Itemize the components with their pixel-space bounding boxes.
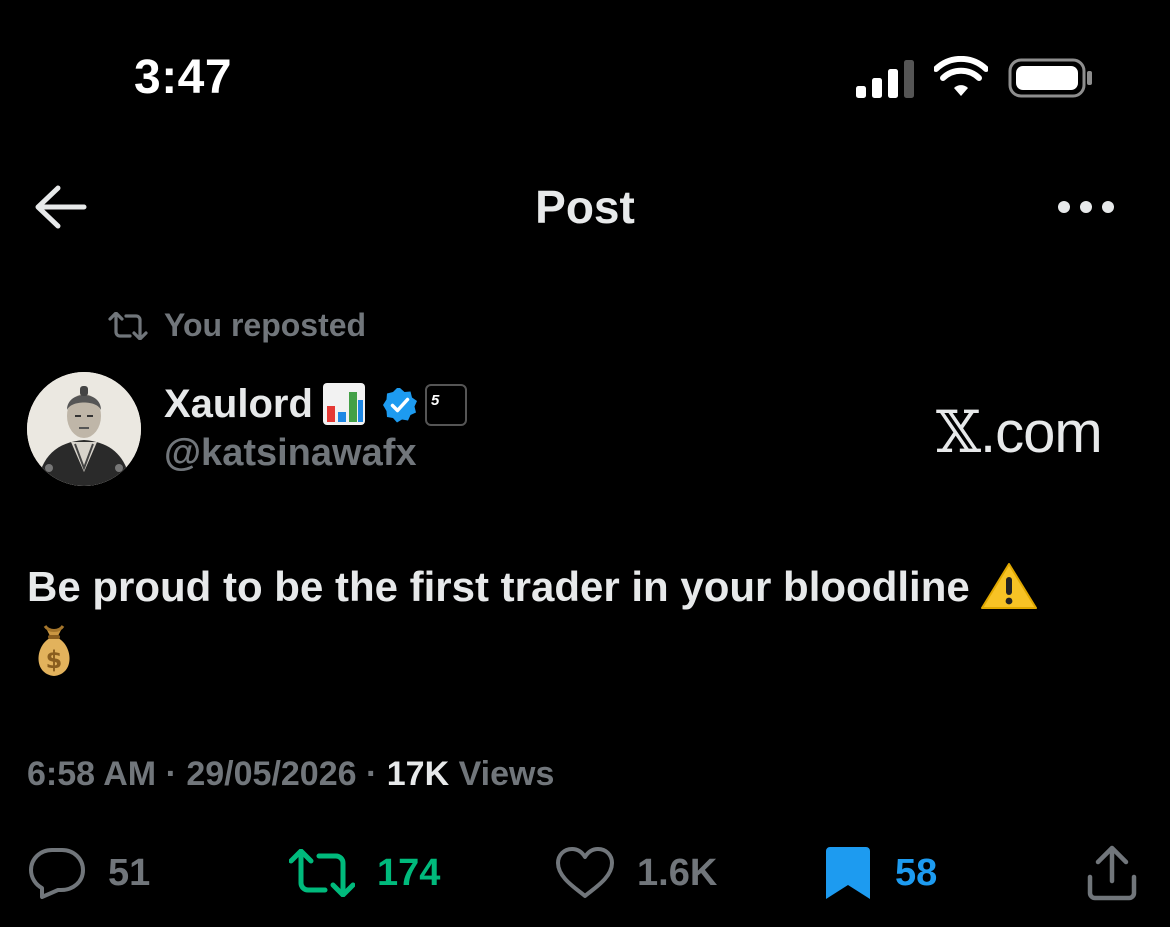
cellular-signal-icon: [856, 60, 914, 98]
meta-separator: ·: [365, 755, 378, 793]
reply-icon: [29, 848, 85, 899]
reply-button[interactable]: 51: [28, 843, 150, 903]
heart-icon: [556, 847, 614, 898]
post-meta: 6:58 AM · 29/05/2026 · 17K Views: [27, 755, 554, 794]
wifi-icon: [934, 56, 988, 96]
avatar[interactable]: [27, 372, 141, 486]
avatar-portrait-icon: [27, 372, 141, 486]
bookmark-icon: [826, 847, 870, 899]
bar-chart-emoji-icon: [323, 383, 365, 425]
page-title: Post: [535, 181, 635, 233]
share-button[interactable]: [1086, 843, 1138, 903]
share-icon: [1087, 845, 1137, 901]
repost-context-label: You reposted: [164, 307, 367, 343]
warning-emoji-icon: [980, 562, 1037, 609]
views-label[interactable]: Views: [459, 755, 555, 793]
post-date: 29/05/2026: [186, 755, 357, 793]
meta-separator: ·: [165, 755, 177, 793]
repost-button[interactable]: 174: [289, 843, 440, 903]
like-count: 1.6K: [637, 851, 718, 894]
repost-count: 174: [377, 851, 441, 894]
author-name[interactable]: Xaulord: [164, 382, 313, 427]
repost-icon: [108, 312, 148, 340]
like-button[interactable]: 1.6K: [555, 843, 717, 903]
status-time: 3:47: [134, 51, 233, 104]
watermark-text: .com: [980, 400, 1103, 465]
battery-icon: [1008, 58, 1092, 98]
money-bag-emoji-icon: $: [38, 624, 70, 676]
views-count[interactable]: 17K: [387, 755, 449, 793]
post-text: Be proud to be the first trader in your …: [27, 563, 970, 610]
bookmark-button[interactable]: 58: [823, 843, 937, 903]
svg-text:$: $: [46, 646, 63, 674]
more-horizontal-icon[interactable]: [1056, 196, 1116, 218]
affiliate-badge-text: 5: [431, 392, 440, 409]
watermark: 𝕏.com: [936, 398, 1103, 466]
post-body: Be proud to be the first trader in your …: [27, 555, 1137, 683]
reply-count: 51: [108, 851, 151, 894]
post-time: 6:58 AM: [27, 755, 157, 793]
repost-icon: [289, 849, 355, 897]
affiliate-badge[interactable]: 5: [425, 384, 467, 426]
verified-badge-icon: [383, 388, 417, 423]
author-handle[interactable]: @katsinawafx: [164, 432, 417, 475]
bookmark-count: 58: [895, 851, 938, 894]
